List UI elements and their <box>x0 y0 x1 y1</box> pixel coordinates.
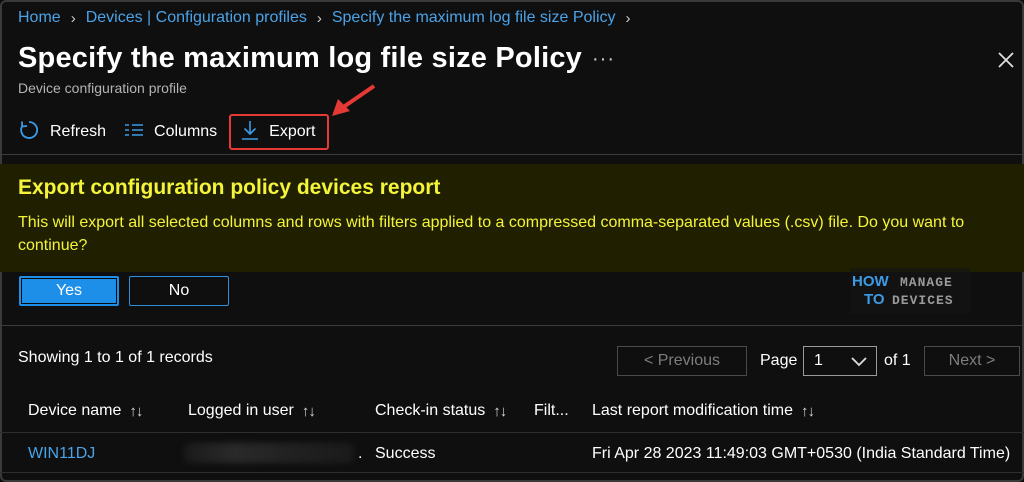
column-header-label: Check-in status <box>375 402 486 419</box>
page-title: Specify the maximum log file size Policy <box>18 42 583 74</box>
toolbar-divider <box>0 154 1024 155</box>
column-header-logged-in-user[interactable]: Logged in user ↑↓ <box>188 402 316 420</box>
page-select-value: 1 <box>814 352 823 369</box>
column-header-label: Device name <box>28 402 122 419</box>
columns-button[interactable]: Columns <box>124 114 217 150</box>
banner-message: This will export all selected columns an… <box>18 214 965 254</box>
svg-text:MANAGE: MANAGE <box>900 275 953 290</box>
sort-icon: ↑↓ <box>129 402 143 420</box>
refresh-label: Refresh <box>50 123 107 140</box>
svg-text:DEVICES: DEVICES <box>892 293 954 308</box>
refresh-button[interactable]: Refresh <box>18 114 106 150</box>
next-page-button[interactable]: Next > <box>924 346 1020 376</box>
sort-icon: ↑↓ <box>493 402 507 420</box>
previous-page-button[interactable]: < Previous <box>617 346 747 376</box>
toolbar: Refresh Columns Export <box>18 114 347 150</box>
chevron-right-icon: › <box>625 9 631 27</box>
column-header-checkin-status[interactable]: Check-in status ↑↓ <box>375 402 507 420</box>
svg-text:TO: TO <box>864 291 885 308</box>
page-label: Page <box>760 352 798 369</box>
chevron-right-icon: › <box>316 9 322 27</box>
breadcrumb-home[interactable]: Home <box>18 9 61 27</box>
column-header-label: Logged in user <box>188 402 294 419</box>
column-header-last-report-time[interactable]: Last report modification time ↑↓ <box>592 402 815 420</box>
columns-icon <box>124 122 154 143</box>
banner-title: Export configuration policy devices repo… <box>18 176 441 199</box>
checkin-status-cell: Success <box>375 445 436 462</box>
more-options-icon[interactable]: ··· <box>592 48 615 71</box>
device-name-link[interactable]: WIN11DJ <box>28 445 95 463</box>
export-button[interactable]: Export <box>229 114 330 150</box>
banner-divider <box>0 325 1024 326</box>
page-subtitle: Device configuration profile <box>18 80 187 96</box>
chevron-right-icon: › <box>70 9 76 27</box>
yes-button[interactable]: Yes <box>19 276 119 306</box>
breadcrumb: Home › Devices | Configuration profiles … <box>18 8 641 28</box>
table-header-divider <box>0 432 1024 433</box>
breadcrumb-configuration-profiles[interactable]: Devices | Configuration profiles <box>86 9 307 27</box>
table-row-divider <box>0 472 1024 473</box>
how-to-manage-devices-logo: HOW TO MANAGE DEVICES <box>850 268 970 319</box>
column-header-label: Filt... <box>534 402 569 419</box>
last-report-time-cell: Fri Apr 28 2023 11:49:03 GMT+0530 (India… <box>592 445 1011 462</box>
columns-label: Columns <box>154 123 218 140</box>
red-arrow-annotation <box>326 82 378 127</box>
refresh-icon <box>18 119 50 146</box>
records-count: Showing 1 to 1 of 1 records <box>18 349 213 366</box>
sort-icon: ↑↓ <box>800 402 815 420</box>
no-button[interactable]: No <box>129 276 229 306</box>
close-icon[interactable] <box>994 48 1018 72</box>
svg-text:HOW: HOW <box>852 273 890 290</box>
column-header-label: Last report modification time <box>592 402 793 419</box>
sort-icon: ↑↓ <box>301 402 316 420</box>
logged-in-user-cell: . <box>358 445 363 462</box>
column-header-filter[interactable]: Filt... <box>534 402 569 420</box>
column-header-device-name[interactable]: Device name ↑↓ <box>28 402 143 420</box>
page-total-label: of 1 <box>884 352 911 369</box>
redacted-user <box>184 443 354 463</box>
breadcrumb-policy[interactable]: Specify the maximum log file size Policy <box>332 9 616 27</box>
export-label: Export <box>269 123 316 140</box>
page-select[interactable]: 1 <box>803 346 877 376</box>
download-icon <box>241 120 269 145</box>
